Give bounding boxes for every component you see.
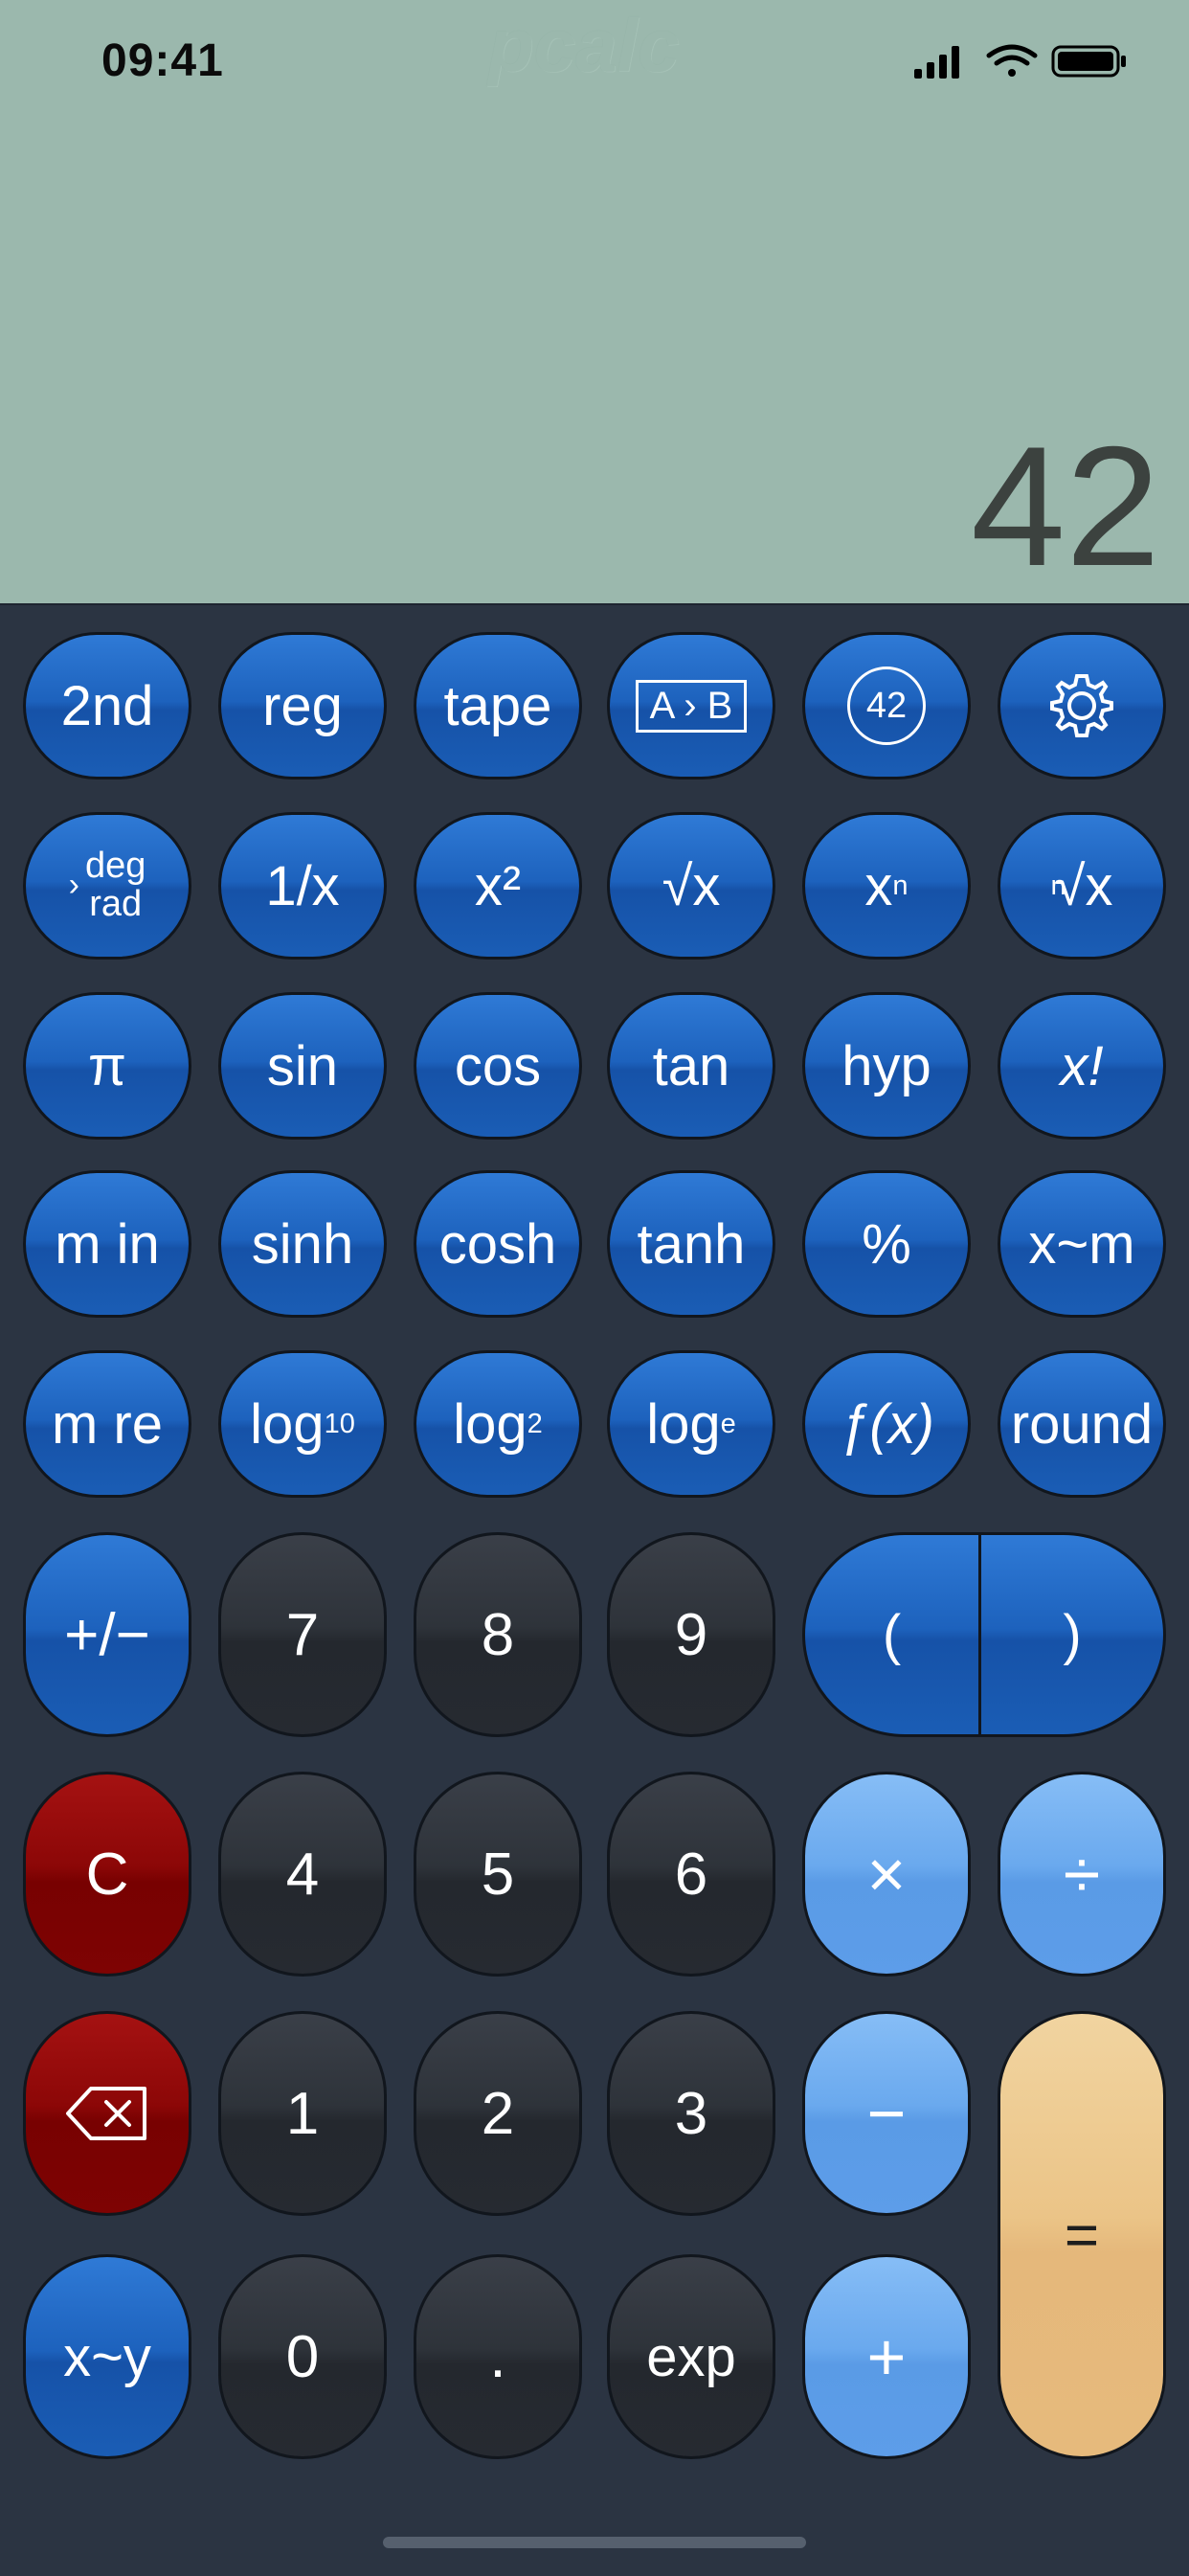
pi-button[interactable]: π <box>23 992 191 1140</box>
battery-icon <box>1051 45 1126 78</box>
tan-button[interactable]: tan <box>607 992 775 1140</box>
display-panel: 09:41 pcalc 42 <box>0 0 1189 603</box>
exp-button[interactable]: exp <box>607 2254 775 2459</box>
multiply-button[interactable]: × <box>802 1772 971 1977</box>
wifi-icon <box>986 44 1038 77</box>
constants-label: 42 <box>847 667 926 745</box>
sin-button[interactable]: sin <box>218 992 387 1140</box>
log10-button[interactable]: log 10 <box>218 1350 387 1498</box>
equals-button[interactable]: = <box>998 2011 1166 2459</box>
log2-button[interactable]: log 2 <box>414 1350 582 1498</box>
digit-5-button[interactable]: 5 <box>414 1772 582 1977</box>
digit-2-button[interactable]: 2 <box>414 2011 582 2216</box>
nth-root-button[interactable]: n √x <box>998 812 1166 960</box>
add-button[interactable]: + <box>802 2254 971 2459</box>
memory-recall-button[interactable]: m re <box>23 1350 191 1498</box>
deg-rad-button[interactable]: › deg rad <box>23 812 191 960</box>
factorial-button[interactable]: x! <box>998 992 1166 1140</box>
backspace-icon <box>66 2087 146 2140</box>
cosh-button[interactable]: cosh <box>414 1170 582 1318</box>
app-watermark: pcalc <box>488 3 680 87</box>
cos-button[interactable]: cos <box>414 992 582 1140</box>
second-function-button[interactable]: 2nd <box>23 632 191 780</box>
power-button[interactable]: xn <box>802 812 971 960</box>
sinh-button[interactable]: sinh <box>218 1170 387 1318</box>
tape-button[interactable]: tape <box>414 632 582 780</box>
reg-button[interactable]: reg <box>218 632 387 780</box>
digit-7-button[interactable]: 7 <box>218 1532 387 1737</box>
display-value: 42 <box>971 411 1160 601</box>
gear-icon <box>1050 674 1113 737</box>
digit-6-button[interactable]: 6 <box>607 1772 775 1977</box>
divide-button[interactable]: ÷ <box>998 1772 1166 1977</box>
constants-button[interactable]: 42 <box>802 632 971 780</box>
digit-3-button[interactable]: 3 <box>607 2011 775 2216</box>
digit-9-button[interactable]: 9 <box>607 1532 775 1737</box>
square-root-button[interactable]: √x <box>607 812 775 960</box>
swap-memory-button[interactable]: x~m <box>998 1170 1166 1318</box>
hyp-button[interactable]: hyp <box>802 992 971 1140</box>
swap-xy-button[interactable]: x~y <box>23 2254 191 2459</box>
digit-0-button[interactable]: 0 <box>218 2254 387 2459</box>
digit-8-button[interactable]: 8 <box>414 1532 582 1737</box>
function-button[interactable]: ƒ(x) <box>802 1350 971 1498</box>
conversion-button[interactable]: A › B <box>607 632 775 780</box>
digit-1-button[interactable]: 1 <box>218 2011 387 2216</box>
signal-icon <box>914 46 959 79</box>
digit-4-button[interactable]: 4 <box>218 1772 387 1977</box>
deg-rad-label: › deg rad <box>68 846 146 924</box>
status-icons <box>914 44 1126 79</box>
percent-button[interactable]: % <box>802 1170 971 1318</box>
plus-minus-button[interactable]: +/− <box>23 1532 191 1737</box>
status-time: 09:41 <box>101 35 224 86</box>
tanh-button[interactable]: tanh <box>607 1170 775 1318</box>
ln-button[interactable]: log e <box>607 1350 775 1498</box>
home-indicator[interactable] <box>383 2537 806 2548</box>
conversion-label: A › B <box>635 679 748 733</box>
reciprocal-button[interactable]: 1/x <box>218 812 387 960</box>
clear-button[interactable]: C <box>23 1772 191 1977</box>
square-button[interactable]: x² <box>414 812 582 960</box>
memory-in-button[interactable]: m in <box>23 1170 191 1318</box>
backspace-button[interactable] <box>23 2011 191 2216</box>
subtract-button[interactable]: − <box>802 2011 971 2216</box>
decimal-point-button[interactable]: . <box>414 2254 582 2459</box>
settings-button[interactable] <box>998 632 1166 780</box>
round-button[interactable]: round <box>998 1350 1166 1498</box>
